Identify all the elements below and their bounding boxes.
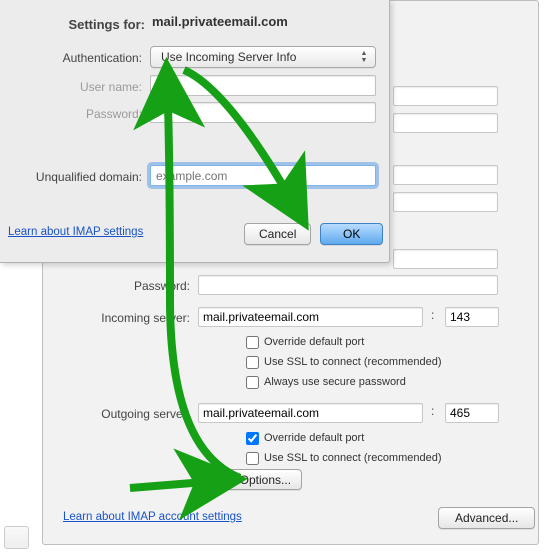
port-colon: : [431, 308, 434, 322]
outgoing-override-checkbox[interactable]: Override default port [246, 429, 364, 447]
checkbox[interactable] [246, 376, 259, 389]
password-field[interactable] [198, 275, 498, 295]
bg-field[interactable] [393, 249, 498, 269]
outgoing-server-label: Outgoing server: [58, 404, 190, 421]
authentication-select[interactable]: Use Incoming Server Info ▲▼ [150, 46, 376, 68]
gear-icon[interactable] [4, 526, 29, 549]
incoming-override-checkbox[interactable]: Override default port [246, 333, 364, 351]
username-label: User name: [22, 77, 142, 94]
bg-field[interactable] [393, 192, 498, 212]
checkbox[interactable] [246, 452, 259, 465]
ok-button[interactable]: OK [320, 223, 383, 245]
bg-field[interactable] [393, 113, 498, 133]
password-label: Password: [73, 276, 190, 293]
outgoing-server-field[interactable] [198, 403, 423, 423]
checkbox[interactable] [246, 356, 259, 369]
checkbox[interactable] [246, 336, 259, 349]
incoming-ssl-checkbox[interactable]: Use SSL to connect (recommended) [246, 353, 442, 371]
checkbox-label: Use SSL to connect (recommended) [264, 356, 442, 368]
incoming-server-field[interactable] [198, 307, 423, 327]
dialog-title-label: Settings for: [55, 14, 145, 32]
incoming-port-field[interactable] [445, 307, 499, 327]
select-value: Use Incoming Server Info [161, 50, 296, 64]
unqualified-domain-field[interactable] [150, 165, 376, 186]
username-field [150, 75, 376, 96]
authentication-label: Authentication: [22, 48, 142, 65]
chevron-updown-icon: ▲▼ [356, 49, 372, 65]
checkbox-label: Override default port [264, 336, 364, 348]
link-label: Learn about IMAP settings [8, 226, 143, 238]
dialog-password-label: Password: [22, 104, 142, 121]
checkbox-label: Override default port [264, 432, 364, 444]
more-options-button[interactable]: More Options... [198, 469, 302, 490]
cancel-button[interactable]: Cancel [244, 223, 311, 245]
unqualified-domain-label: Unqualified domain: [0, 167, 142, 184]
outgoing-ssl-checkbox[interactable]: Use SSL to connect (recommended) [246, 449, 442, 467]
incoming-server-label: Incoming server: [58, 308, 190, 325]
outgoing-port-field[interactable] [445, 403, 499, 423]
button-label: More Options... [209, 473, 291, 487]
bg-field[interactable] [393, 165, 498, 185]
learn-imap-account-link[interactable]: Learn about IMAP account settings [63, 511, 242, 523]
checkbox-label: Always use secure password [264, 376, 406, 388]
button-label: Cancel [259, 227, 296, 241]
checkbox-label: Use SSL to connect (recommended) [264, 452, 442, 464]
button-label: OK [343, 227, 360, 241]
link-label: Learn about IMAP account settings [63, 511, 242, 523]
dialog-title-value: mail.privateemail.com [152, 14, 288, 29]
learn-imap-link[interactable]: Learn about IMAP settings [8, 226, 143, 238]
advanced-button[interactable]: Advanced... [438, 507, 535, 529]
port-colon: : [431, 404, 434, 418]
dialog-password-field [150, 102, 376, 123]
incoming-securepw-checkbox[interactable]: Always use secure password [246, 373, 406, 391]
checkbox[interactable] [246, 432, 259, 445]
bg-field[interactable] [393, 86, 498, 106]
smtp-settings-dialog: Settings for: mail.privateemail.com Auth… [0, 0, 390, 263]
button-label: Advanced... [455, 511, 518, 525]
